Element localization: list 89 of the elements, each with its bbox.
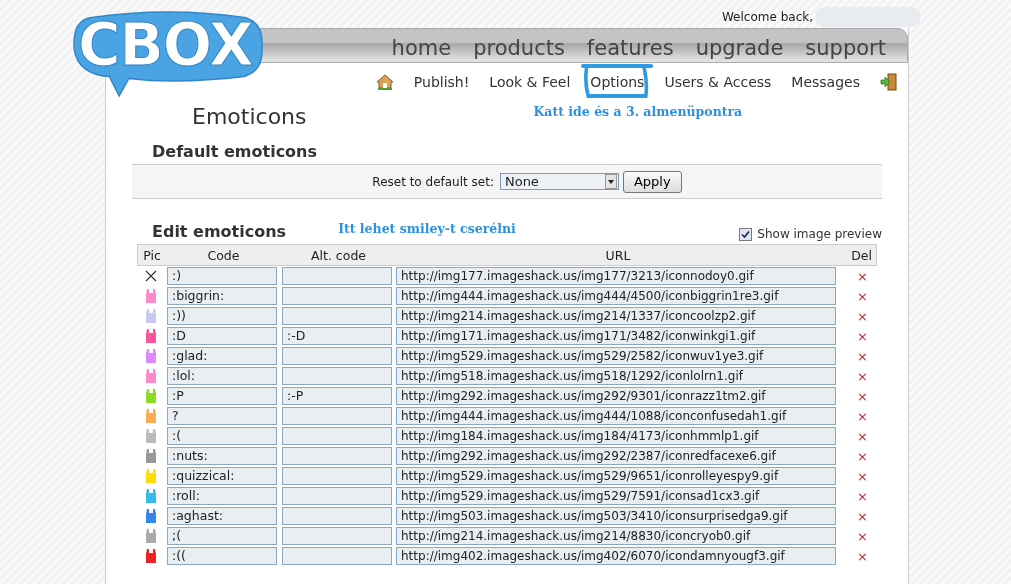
delete-button[interactable]: × (857, 428, 868, 444)
delete-button[interactable]: × (857, 268, 868, 284)
nav-link[interactable]: features (586, 34, 674, 62)
code-field[interactable]: :quizzical: (167, 467, 277, 485)
code-field[interactable]: :( (167, 427, 277, 445)
default-set-dropdown[interactable]: None (499, 173, 619, 190)
delete-button[interactable]: × (857, 508, 868, 524)
delete-button[interactable]: × (857, 288, 868, 304)
alt-code-field[interactable]: :-D (282, 327, 392, 345)
menu-tab[interactable]: Look & Feel (489, 74, 571, 90)
nav-link[interactable]: upgrade (695, 34, 784, 62)
delete-button[interactable]: × (857, 468, 868, 484)
alt-code-field[interactable] (282, 467, 392, 485)
alt-code-field[interactable] (282, 507, 392, 525)
code-field[interactable]: :biggrin: (167, 287, 277, 305)
exit-door-icon[interactable] (880, 73, 898, 91)
url-field[interactable]: http://img214.imageshack.us/img214/8830/iconcryob0.gif (396, 527, 836, 545)
menu-tab[interactable]: Options (581, 63, 654, 99)
url-field[interactable]: http://img444.imageshack.us/img444/4500/iconbiggrin1re3.gif (396, 287, 836, 305)
code-field[interactable]: :nuts: (167, 447, 277, 465)
menu-tab[interactable]: Users & Access (664, 74, 772, 90)
code-field[interactable]: ;( (167, 527, 277, 545)
code-field[interactable]: :aghast: (167, 507, 277, 525)
column-header: Del (850, 247, 873, 263)
alt-code-field[interactable] (282, 267, 392, 285)
nav-link[interactable]: home (391, 34, 452, 62)
alt-code-field[interactable] (282, 427, 392, 445)
nav-link[interactable]: products (473, 34, 565, 62)
code-field[interactable]: :)) (167, 307, 277, 325)
code-field[interactable]: :glad: (167, 347, 277, 365)
delete-button[interactable]: × (857, 488, 868, 504)
url-field[interactable]: http://img171.imageshack.us/img171/3482/iconwinkgi1.gif (396, 327, 836, 345)
annotation-text: Katt ide és a 3. almenüpontra (533, 103, 743, 119)
url-field[interactable]: http://img518.imageshack.us/img518/1292/iconlolrn1.gif (396, 367, 836, 385)
delete-button[interactable]: × (857, 328, 868, 344)
alt-code-field[interactable] (282, 287, 392, 305)
url-field[interactable]: http://img444.imageshack.us/img444/1088/iconconfusedah1.gif (396, 407, 836, 425)
column-header: Alt. code (310, 247, 367, 263)
preview-checkbox[interactable] (739, 227, 753, 241)
alt-code-field[interactable] (282, 407, 392, 425)
reset-label: Reset to default set: (372, 174, 494, 189)
url-field[interactable]: http://img292.imageshack.us/img292/9301/iconrazz1tm2.gif (396, 387, 836, 405)
alt-code-field[interactable] (282, 527, 392, 545)
url-field[interactable]: http://img177.imageshack.us/img177/3213/iconnodoy0.gif (396, 267, 836, 285)
delete-button[interactable]: × (857, 388, 868, 404)
alt-code-field[interactable] (282, 367, 392, 385)
code-field[interactable]: :lol: (167, 367, 277, 385)
column-header: URL (604, 247, 632, 263)
cross-icon (145, 270, 157, 282)
code-field[interactable]: ? (167, 407, 277, 425)
welcome-text: Welcome back, (721, 10, 813, 24)
delete-button[interactable]: × (857, 448, 868, 464)
nav-link[interactable]: support (805, 34, 886, 62)
menu-tab[interactable]: Messages (791, 74, 860, 90)
alt-code-field[interactable] (282, 307, 392, 325)
annotation-text: Itt lehet smiley-t cserélni (338, 220, 516, 236)
url-field[interactable]: http://img214.imageshack.us/img214/1337/iconcoolzp2.gif (396, 307, 836, 325)
apply-button[interactable]: Apply (622, 170, 682, 193)
alt-code-field[interactable] (282, 447, 392, 465)
preview-label: Show image preview (757, 227, 882, 241)
menu-tab[interactable]: Publish! (413, 74, 470, 90)
url-field[interactable]: http://img184.imageshack.us/img184/4173/iconhmmlp1.gif (396, 427, 836, 445)
section-heading: Edit emoticons (152, 222, 287, 241)
alt-code-field[interactable] (282, 347, 392, 365)
code-field[interactable]: :D (167, 327, 277, 345)
url-field[interactable]: http://img292.imageshack.us/img292/2387/iconredfacexe6.gif (396, 447, 836, 465)
delete-button[interactable]: × (857, 368, 868, 384)
code-field[interactable]: :P (167, 387, 277, 405)
code-field[interactable]: :roll: (167, 487, 277, 505)
delete-button[interactable]: × (857, 308, 868, 324)
delete-button[interactable]: × (857, 548, 868, 564)
home-icon[interactable] (375, 74, 394, 90)
url-field[interactable]: http://img503.imageshack.us/img503/3410/iconsurprisedga9.gif (396, 507, 836, 525)
page-title: Emoticons (192, 103, 307, 129)
column-header: Code (206, 247, 241, 263)
url-field[interactable]: http://img529.imageshack.us/img529/9651/iconrolleyespy9.gif (396, 467, 836, 485)
url-field[interactable]: http://img529.imageshack.us/img529/2582/iconwuv1ye3.gif (396, 347, 836, 365)
url-field[interactable]: http://img402.imageshack.us/img402/6070/icondamnyougf3.gif (396, 547, 836, 565)
section-heading: Default emoticons (152, 142, 319, 161)
delete-button[interactable]: × (857, 408, 868, 424)
alt-code-field[interactable]: :-P (282, 387, 392, 405)
alt-code-field[interactable] (282, 547, 392, 565)
alt-code-field[interactable] (282, 487, 392, 505)
column-header: Pic (142, 247, 162, 263)
url-field[interactable]: http://img529.imageshack.us/img529/7591/iconsad1cx3.gif (396, 487, 836, 505)
code-field[interactable]: :) (167, 267, 277, 285)
delete-button[interactable]: × (857, 348, 868, 364)
code-field[interactable]: :(( (167, 547, 277, 565)
delete-button[interactable]: × (857, 528, 868, 544)
